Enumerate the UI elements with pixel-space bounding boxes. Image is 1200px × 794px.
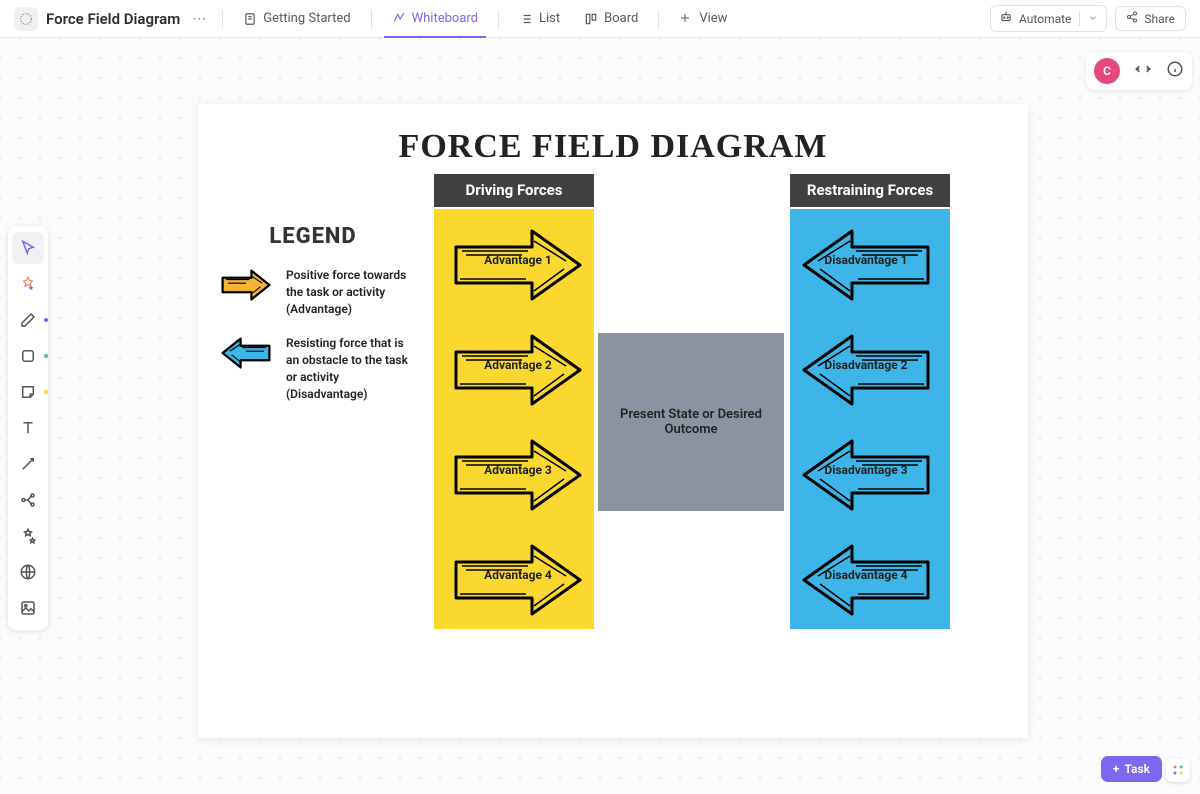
- center-state-box[interactable]: Present State or Desired Outcome: [598, 333, 784, 511]
- plus-icon: [679, 12, 693, 26]
- connector-tool[interactable]: [12, 448, 44, 480]
- legend-negative-arrow-icon: [218, 335, 274, 402]
- fit-width-icon[interactable]: [1134, 60, 1152, 82]
- whiteboard-canvas[interactable]: C FORCE FIELD DIAGRAM LEGEND Positive fo…: [0, 38, 1200, 794]
- restraining-arrow[interactable]: Disadvantage 4: [796, 532, 936, 610]
- arrow-label: Advantage 2: [448, 358, 588, 372]
- ai-tool[interactable]: [12, 520, 44, 552]
- board-icon: [584, 12, 598, 26]
- chevron-down-icon[interactable]: [1079, 12, 1098, 26]
- tab-board[interactable]: Board: [576, 0, 646, 38]
- diagram-board[interactable]: FORCE FIELD DIAGRAM LEGEND Positive forc…: [198, 104, 1028, 738]
- generate-tool[interactable]: [12, 268, 44, 300]
- restraining-arrow[interactable]: Disadvantage 1: [796, 217, 936, 295]
- list-icon: [519, 12, 533, 26]
- legend-title: LEGEND: [218, 224, 408, 249]
- left-toolbar: [8, 226, 48, 630]
- automate-label: Automate: [1019, 12, 1071, 26]
- tab-list[interactable]: List: [511, 0, 568, 38]
- restraining-header: Restraining Forces: [790, 174, 950, 207]
- arrow-label: Disadvantage 1: [796, 253, 936, 267]
- task-button[interactable]: + Task: [1101, 756, 1162, 782]
- driving-arrow[interactable]: Advantage 1: [448, 217, 588, 295]
- pen-tool[interactable]: [12, 304, 44, 336]
- image-tool[interactable]: [12, 592, 44, 624]
- arrow-label: Disadvantage 2: [796, 358, 936, 372]
- whiteboard-icon: [392, 12, 406, 26]
- sticky-tool[interactable]: [12, 376, 44, 408]
- robot-icon: [999, 10, 1013, 27]
- driving-arrow[interactable]: Advantage 2: [448, 322, 588, 400]
- driving-arrow[interactable]: Advantage 3: [448, 427, 588, 505]
- arrow-label: Advantage 4: [448, 568, 588, 582]
- doc-icon: [14, 7, 38, 31]
- driving-column: Driving Forces Advantage 1 Advantage 2 Adv…: [434, 174, 594, 629]
- text-tool[interactable]: [12, 412, 44, 444]
- plus-icon: +: [1113, 762, 1120, 776]
- mindmap-tool[interactable]: [12, 484, 44, 516]
- arrow-label: Advantage 3: [448, 463, 588, 477]
- tab-label: List: [539, 11, 560, 26]
- tab-label: Board: [604, 11, 638, 26]
- info-icon[interactable]: [1166, 60, 1184, 82]
- apps-button[interactable]: [1166, 758, 1190, 782]
- tab-label: Whiteboard: [412, 11, 478, 26]
- legend-negative-text: Resisting force that is an obstacle to t…: [286, 335, 408, 402]
- more-icon[interactable]: ⋯: [188, 11, 210, 27]
- app-header: Force Field Diagram ⋯ Getting Started Wh…: [0, 0, 1200, 38]
- restraining-arrow[interactable]: Disadvantage 2: [796, 322, 936, 400]
- share-icon: [1126, 11, 1138, 26]
- arrow-label: Disadvantage 4: [796, 568, 936, 582]
- tab-getting-started[interactable]: Getting Started: [235, 0, 358, 38]
- tab-add-view[interactable]: View: [671, 0, 735, 38]
- restraining-arrow[interactable]: Disadvantage 3: [796, 427, 936, 505]
- driving-arrow[interactable]: Advantage 4: [448, 532, 588, 610]
- legend: LEGEND Positive force towards the task o…: [218, 224, 408, 421]
- doc-outline-icon: [243, 12, 257, 26]
- automate-button[interactable]: Automate: [990, 5, 1107, 32]
- canvas-controls: C: [1086, 52, 1192, 90]
- tab-label: Getting Started: [263, 11, 350, 26]
- doc-title[interactable]: Force Field Diagram: [46, 10, 180, 28]
- tab-label: View: [699, 11, 727, 26]
- share-label: Share: [1144, 12, 1175, 26]
- restraining-column: Restraining Forces Disadvantage 1 Disadva…: [790, 174, 950, 629]
- legend-positive-text: Positive force towards the task or activ…: [286, 267, 408, 317]
- driving-header: Driving Forces: [434, 174, 594, 207]
- user-avatar[interactable]: C: [1094, 58, 1120, 84]
- arrow-label: Disadvantage 3: [796, 463, 936, 477]
- shape-tool[interactable]: [12, 340, 44, 372]
- task-label: Task: [1125, 762, 1151, 776]
- select-tool[interactable]: [12, 232, 44, 264]
- web-tool[interactable]: [12, 556, 44, 588]
- arrow-label: Advantage 1: [448, 253, 588, 267]
- tab-whiteboard[interactable]: Whiteboard: [384, 0, 486, 38]
- legend-positive-arrow-icon: [218, 267, 274, 317]
- board-title: FORCE FIELD DIAGRAM: [228, 128, 998, 166]
- share-button[interactable]: Share: [1115, 6, 1186, 31]
